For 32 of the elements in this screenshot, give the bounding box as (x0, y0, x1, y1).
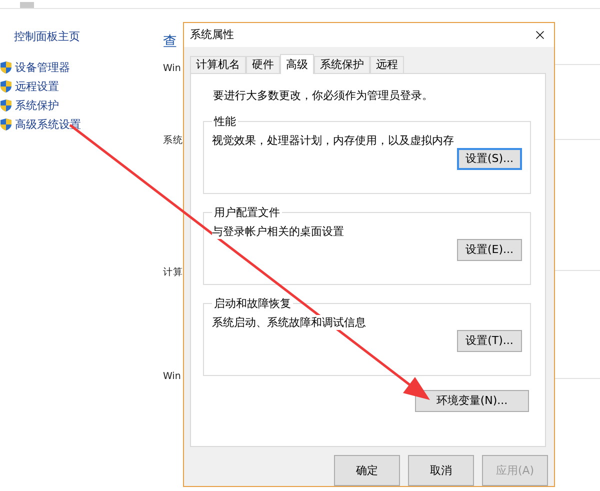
settings-button[interactable]: 设置(T)... (457, 330, 522, 352)
dialog-title: 系统属性 (190, 27, 234, 42)
section-heading: Win (163, 371, 181, 382)
tab[interactable]: 硬件 (246, 56, 280, 73)
section-heading: Win (163, 63, 181, 74)
environment-variables-button[interactable]: 环境变量(N)... (415, 390, 529, 412)
tab[interactable]: 计算机名 (190, 56, 246, 73)
group-title: 启动和故障恢复 (213, 296, 292, 311)
settings-button[interactable]: 设置(S)... (457, 148, 522, 170)
admin-notice: 要进行大多数更改，你必须作为管理员登录。 (212, 88, 434, 103)
tab[interactable]: 远程 (370, 56, 404, 73)
shield-icon (0, 118, 12, 131)
sidebar-link[interactable]: 远程设置 (0, 77, 160, 96)
section-heading: 系统 (163, 134, 183, 147)
sidebar-link[interactable]: 系统保护 (0, 96, 160, 115)
settings-button[interactable]: 设置(E)... (457, 238, 522, 261)
control-panel-home-link[interactable]: 控制面板主页 (14, 29, 160, 44)
tab[interactable]: 系统保护 (314, 56, 370, 73)
section-heading: 计算 (163, 266, 183, 279)
group-description: 系统启动、系统故障和调试信息 (212, 314, 366, 330)
group-title: 用户配置文件 (213, 204, 281, 220)
dialog-button[interactable]: 取消 (408, 455, 474, 486)
group-description: 视觉效果，处理器计划，内存使用，以及虚拟内存 (212, 132, 454, 148)
group-title: 性能 (212, 114, 237, 129)
shield-icon (0, 99, 12, 112)
shield-icon (0, 80, 12, 93)
sidebar-link[interactable]: 设备管理器 (0, 58, 160, 77)
group-description: 与登录帐户相关的桌面设置 (212, 224, 344, 239)
tab[interactable]: 高级 (280, 54, 314, 74)
page-title: 查 (163, 33, 177, 51)
shield-icon (0, 61, 12, 74)
dialog-button[interactable]: 确定 (334, 455, 400, 486)
